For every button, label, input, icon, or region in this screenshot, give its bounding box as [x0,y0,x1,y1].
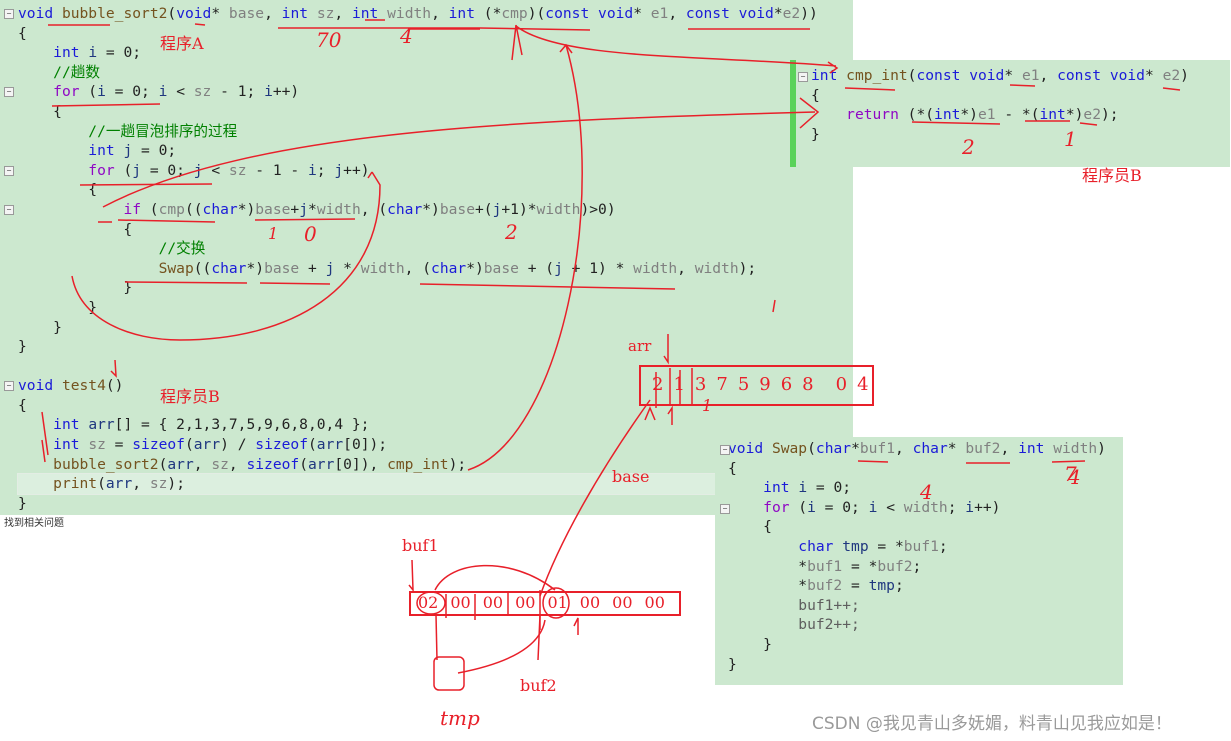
memory-byte: 00 [579,593,601,612]
memory-byte: 00 [450,593,471,612]
hand-mark: 1 [702,396,713,415]
array-cell: 7 [716,374,728,395]
hand-mark: 1 [268,224,279,243]
memory-byte: 00 [644,593,665,612]
array-cell: 6 [780,374,793,395]
hand-mark: 2 [962,135,975,159]
hand-mark: 70 [316,28,342,52]
line-base-to-buf2 [539,399,651,597]
array-cell: 8 [802,374,814,395]
hand-mark: 2 [505,220,518,244]
array-cell: 4 [857,374,869,395]
underline-return-expr [911,120,1098,126]
tmp-arrow [435,614,438,661]
swap-curve-top [434,564,556,591]
hand-mark: 1 [1064,127,1077,151]
label-buf1: buf1 [402,536,439,555]
arrow-cmp-to-cmp-int [515,25,839,74]
red-annotations [41,19,1181,691]
memory-byte: 00 [612,593,633,612]
label-base: base [612,467,650,486]
array-cell: 9 [759,374,771,395]
hand-mark: 4 [920,480,933,504]
arrow-cmp-call-to-program-b [102,97,820,208]
underline-for-i [51,103,161,107]
arrow-test4 [110,359,117,378]
array-cell: 3 [694,374,707,395]
label-buf2: buf2 [520,676,557,695]
underline-for-j [79,183,213,186]
memory-byte: 00 [482,593,504,612]
array-cell: 2 [652,374,664,395]
arrows-under-line-1 [511,24,523,61]
memory-bytes: 02 00 00 00 01 00 00 00 [418,593,677,612]
array-cell: 0 [835,374,848,395]
memory-byte: 01 [547,593,568,612]
tmp-to-buf2-curve [457,619,546,674]
array-cell: 5 [737,374,750,395]
array-cell: 1 [673,374,685,395]
underline-swap-args [124,281,676,290]
label-programmer-b-left: 程序员B [160,387,220,406]
label-tmp: tmp [440,706,480,730]
arrow-cmp-int-arg-up [467,43,583,471]
label-programmer-b-right: 程序员B [1082,166,1142,185]
tmp-box [433,656,465,691]
arr-pointer [663,334,669,365]
label-program-a: 程序A [160,34,204,53]
array-values: 2137596804 [652,374,879,395]
hand-mark: 4 [400,24,413,48]
buf1-arrow [408,559,414,593]
underline-swap-params [857,460,1086,464]
hand-mark: 7 [1064,462,1077,486]
memory-byte: 00 [515,593,536,612]
underline-sz [194,23,206,26]
loop-swap-to-for-j [71,171,381,341]
arrows-test4-body [41,411,49,463]
hand-mark: 0 [304,222,317,246]
underline-cmp-int [844,84,1181,91]
mark-stroke [772,299,776,313]
label-arr: arr [628,337,652,355]
memory-byte: 02 [418,593,439,612]
array-arrows [644,405,673,425]
